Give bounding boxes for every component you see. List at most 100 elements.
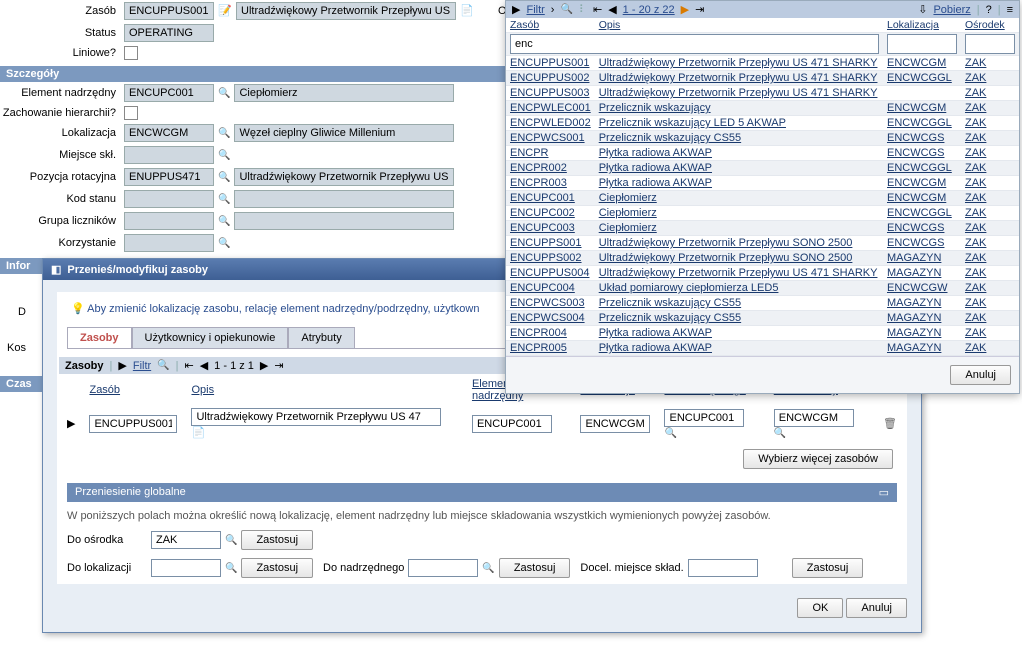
- next-icon[interactable]: ▶: [260, 359, 268, 372]
- osr-link[interactable]: ZAK: [965, 282, 986, 294]
- anuluj-button[interactable]: Anuluj: [846, 598, 907, 618]
- help-icon[interactable]: ?: [986, 4, 992, 16]
- liniowe-checkbox[interactable]: [124, 46, 138, 60]
- table-row[interactable]: ENCUPC001CiepłomierzENCWCGMZAK: [506, 191, 1019, 206]
- osr-link[interactable]: ZAK: [965, 147, 986, 159]
- table-row[interactable]: ENCPR004Płytka radiowa AKWAPMAGAZYNZAK: [506, 326, 1019, 341]
- trash-icon[interactable]: 🗑: [877, 406, 903, 441]
- table-row[interactable]: ENCUPPS001Ultradźwiękowy Przetwornik Prz…: [506, 236, 1019, 251]
- lok-link[interactable]: MAGAZYN: [887, 327, 941, 339]
- table-row[interactable]: ENCUPPUS001Ultradźwiękowy Przetwornik Pr…: [506, 56, 1019, 71]
- osr-link[interactable]: ZAK: [965, 162, 986, 174]
- osr-link[interactable]: ZAK: [965, 267, 986, 279]
- longdesc-icon[interactable]: 📄: [191, 427, 205, 439]
- zasob-link[interactable]: ENCPWCS001: [510, 132, 585, 144]
- osr-link[interactable]: ZAK: [965, 132, 986, 144]
- osr-link[interactable]: ZAK: [965, 297, 986, 309]
- row-nad[interactable]: [472, 415, 552, 433]
- more-resources-button[interactable]: Wybierz więcej zasobów: [743, 449, 893, 469]
- opis-link[interactable]: Przelicznik wskazujący LED 5 AKWAP: [599, 117, 786, 129]
- expand-icon[interactable]: ▶: [61, 406, 81, 441]
- osr-link[interactable]: ZAK: [965, 222, 986, 234]
- opis-link[interactable]: Płytka radiowa AKWAP: [599, 147, 712, 159]
- zasob-link[interactable]: ENCPWLED002: [510, 117, 591, 129]
- field-desc[interactable]: [234, 212, 454, 230]
- lookup-anuluj-button[interactable]: Anuluj: [950, 365, 1011, 385]
- pobierz-link[interactable]: Pobierz: [933, 4, 970, 16]
- zasob-link[interactable]: ENCUPC002: [510, 207, 575, 219]
- table-row[interactable]: ENCUPPS002Ultradźwiękowy Przetwornik Prz…: [506, 251, 1019, 266]
- osr-link[interactable]: ZAK: [965, 72, 986, 84]
- tab-uzytkownicy[interactable]: Użytkownicy i opiekunowie: [132, 327, 289, 348]
- opis-link[interactable]: Przelicznik wskazujący CS55: [599, 132, 741, 144]
- search-osr[interactable]: [965, 34, 1015, 54]
- filter-link[interactable]: Filtr: [133, 360, 151, 372]
- docel-field[interactable]: [688, 559, 758, 577]
- lok-link[interactable]: ENCWCGGL: [887, 162, 952, 174]
- lok-link[interactable]: ENCWCGM: [887, 192, 946, 204]
- zasob-link[interactable]: ENCUPC003: [510, 222, 575, 234]
- lok-link[interactable]: ENCWCGS: [887, 132, 944, 144]
- zasob-field[interactable]: [124, 2, 214, 20]
- do-nadrzednego-field[interactable]: [408, 559, 478, 577]
- osr-link[interactable]: ZAK: [965, 57, 986, 69]
- ok-button[interactable]: OK: [797, 598, 843, 618]
- zasob-link[interactable]: ENCUPC001: [510, 192, 575, 204]
- settings-icon[interactable]: ≡: [1007, 4, 1013, 16]
- row-donad[interactable]: [664, 409, 744, 427]
- opis-link[interactable]: Ultradźwiękowy Przetwornik Przepływu US …: [599, 267, 878, 279]
- lookup-icon[interactable]: 🔍: [225, 535, 237, 546]
- field-desc[interactable]: [234, 124, 454, 142]
- prev-icon[interactable]: ◀: [200, 359, 208, 372]
- zastosuj-lok-button[interactable]: Zastosuj: [241, 558, 313, 578]
- first-icon[interactable]: ⇤: [184, 359, 193, 372]
- lookup-icon[interactable]: 🔍: [218, 172, 230, 183]
- last-icon[interactable]: ⇥: [274, 359, 283, 372]
- osr-link[interactable]: ZAK: [965, 237, 986, 249]
- row-opis[interactable]: [191, 408, 441, 426]
- lok-link[interactable]: ENCWCGS: [887, 147, 944, 159]
- opis-link[interactable]: Ciepłomierz: [599, 207, 657, 219]
- opis-link[interactable]: Płytka radiowa AKWAP: [599, 162, 712, 174]
- zasob-link[interactable]: ENCUPPUS002: [510, 72, 589, 84]
- zastosuj-osrodek-button[interactable]: Zastosuj: [241, 530, 313, 550]
- opis-link[interactable]: Płytka radiowa AKWAP: [599, 177, 712, 189]
- lookup-icon[interactable]: 🔍: [482, 563, 494, 574]
- osr-link[interactable]: ZAK: [965, 312, 986, 324]
- checkbox[interactable]: [124, 106, 138, 120]
- field-input[interactable]: [124, 168, 214, 186]
- lookup-icon[interactable]: 🔍: [218, 238, 230, 249]
- row-dolok[interactable]: [774, 409, 854, 427]
- lookup-icon[interactable]: 🔍: [218, 150, 230, 161]
- next-icon[interactable]: ▶: [681, 3, 689, 16]
- opis-link[interactable]: Przelicznik wskazujący: [599, 102, 711, 114]
- prev-icon[interactable]: ◀: [608, 3, 616, 16]
- zasob-link[interactable]: ENCUPC004: [510, 282, 575, 294]
- lookup-icon[interactable]: 🔍: [774, 428, 786, 439]
- zasob-link[interactable]: ENCPWCS004: [510, 312, 585, 324]
- detail-icon[interactable]: 📝: [218, 4, 232, 18]
- status-field[interactable]: [124, 24, 214, 42]
- zasob-desc[interactable]: [236, 2, 456, 20]
- opis-link[interactable]: Płytka radiowa AKWAP: [599, 327, 712, 339]
- lok-link[interactable]: ENCWCGW: [887, 282, 948, 294]
- field-input[interactable]: [124, 190, 214, 208]
- osr-link[interactable]: ZAK: [965, 102, 986, 114]
- zasob-link[interactable]: ENCUPPUS004: [510, 267, 589, 279]
- osr-link[interactable]: ZAK: [965, 327, 986, 339]
- lok-link[interactable]: ENCWCGS: [887, 222, 944, 234]
- tab-atrybuty[interactable]: Atrybuty: [288, 327, 354, 348]
- table-row[interactable]: ENCPR003Płytka radiowa AKWAPENCWCGMZAK: [506, 176, 1019, 191]
- table-row[interactable]: ENCPWCS003Przelicznik wskazujący CS55MAG…: [506, 296, 1019, 311]
- osr-link[interactable]: ZAK: [965, 117, 986, 129]
- opis-link[interactable]: Przelicznik wskazujący CS55: [599, 297, 741, 309]
- field-input[interactable]: [124, 146, 214, 164]
- field-input[interactable]: [124, 84, 214, 102]
- row-lok[interactable]: [580, 415, 650, 433]
- table-row[interactable]: ENCUPPUS004 Ultradźwiękowy Przetwornik Pr…: [506, 266, 1019, 281]
- field-desc[interactable]: [234, 84, 454, 102]
- filter-icon[interactable]: ▶: [118, 359, 126, 372]
- table-row[interactable]: ENCPR005Płytka radiowa AKWAPMAGAZYNZAK: [506, 341, 1019, 356]
- lok-link[interactable]: MAGAZYN: [887, 252, 941, 264]
- table-row[interactable]: ENCPWLEC001Przelicznik wskazującyENCWCGM…: [506, 101, 1019, 116]
